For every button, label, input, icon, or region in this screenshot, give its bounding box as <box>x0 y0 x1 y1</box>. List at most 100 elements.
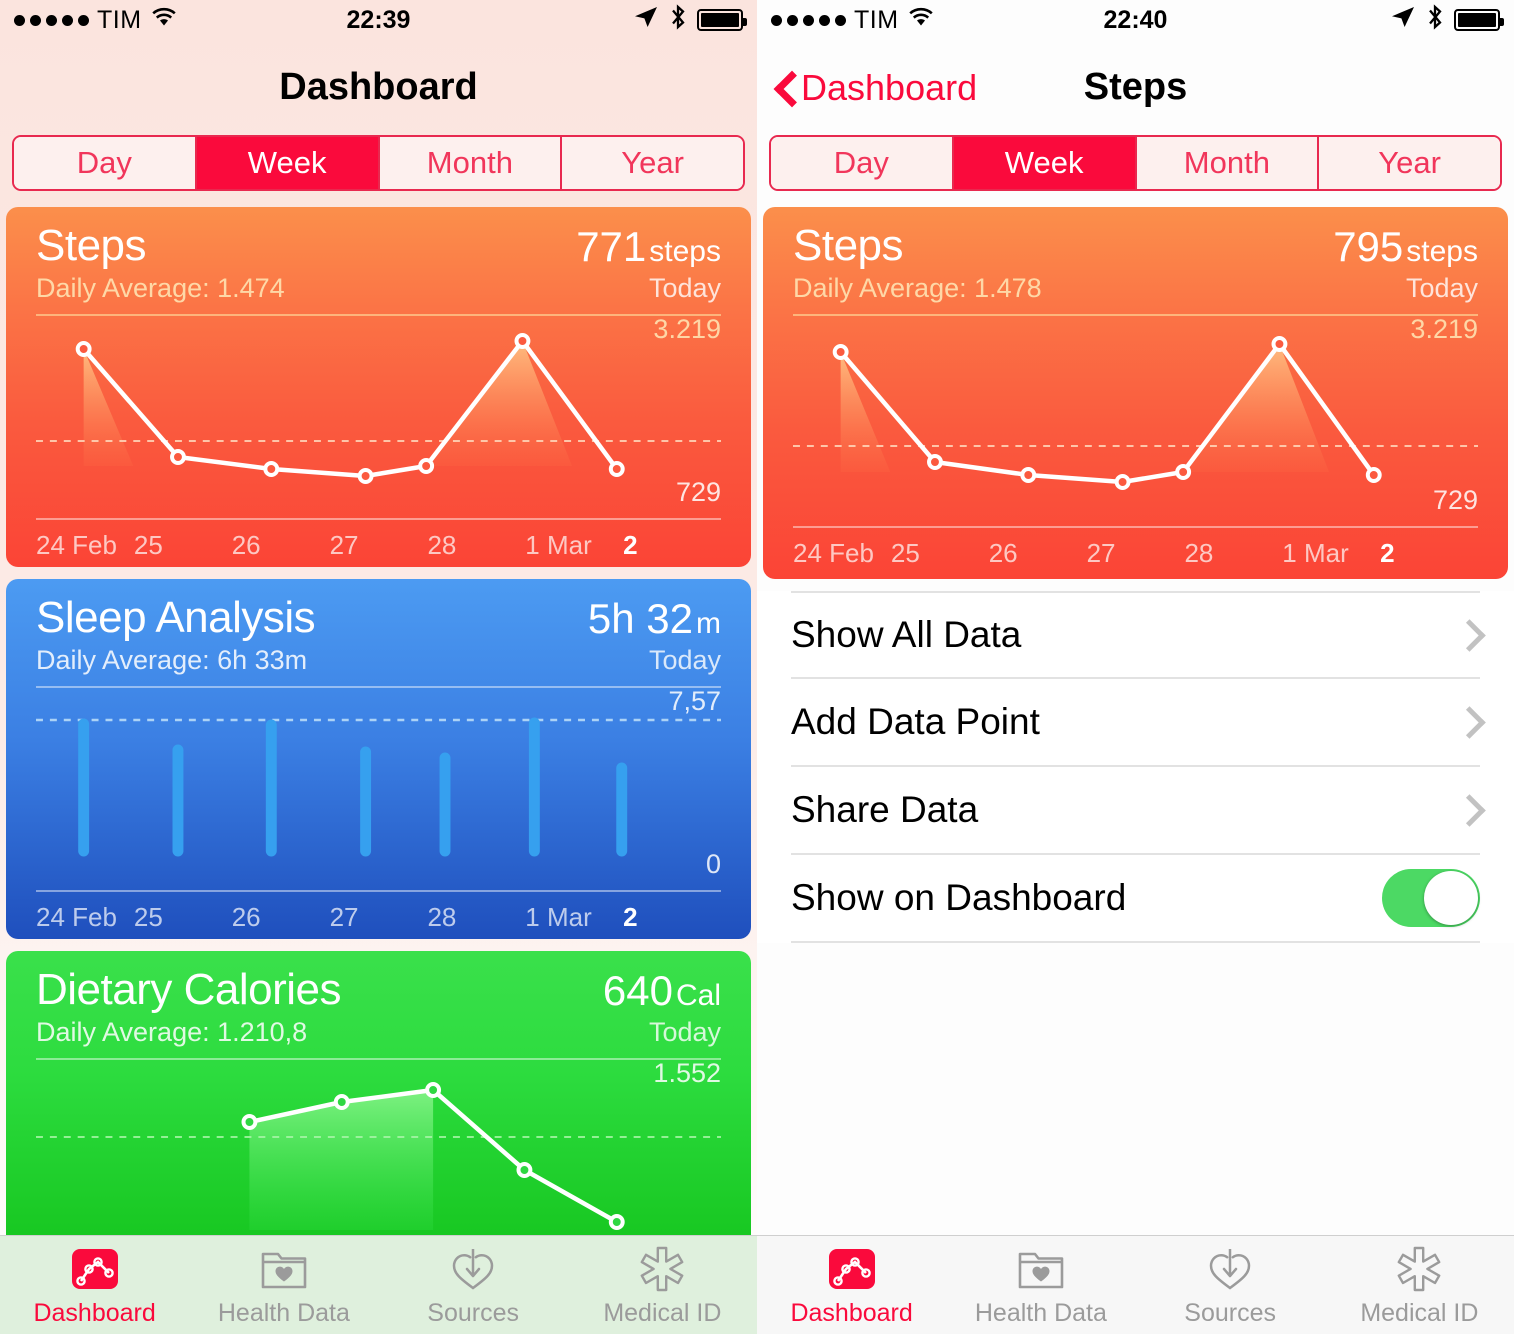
xtick: 24 Feb <box>36 530 117 561</box>
segment-year[interactable]: Year <box>1319 137 1500 189</box>
card-steps[interactable]: Steps Daily Average: 1.474 771 steps Toda… <box>6 207 751 567</box>
card-sleep-value-block: 5h 32 m Today <box>588 595 721 676</box>
tab-health-data[interactable]: Health Data <box>946 1236 1135 1334</box>
row-add-data-point-label: Add Data Point <box>791 701 1040 742</box>
time-range-segmented-control[interactable]: Day Week Month Year <box>769 135 1502 191</box>
card-steps-detail-period: Today <box>1405 273 1478 303</box>
tab-health-data-label: Health Data <box>974 1298 1107 1327</box>
tab-medical-id-label: Medical ID <box>603 1298 722 1327</box>
star-of-life-icon <box>1396 1243 1442 1295</box>
row-show-on-dashboard[interactable]: Show on Dashboard <box>791 855 1480 943</box>
tab-health-data[interactable]: Health Data <box>189 1236 378 1334</box>
chart-steps-left-xaxis: 24 Feb 25 26 27 28 1 Mar 2 <box>36 530 721 561</box>
carrier-label: TIM <box>854 5 899 34</box>
tab-sources[interactable]: Sources <box>379 1236 568 1334</box>
back-button[interactable]: Dashboard <box>775 67 977 109</box>
wifi-icon <box>907 6 935 35</box>
card-diet-period: Today <box>648 1017 721 1047</box>
xtick: 26 <box>231 902 261 933</box>
card-steps-detail: Steps Daily Average: 1.478 795 steps Toda… <box>763 207 1508 579</box>
detail-card-wrap: Steps Daily Average: 1.478 795 steps Toda… <box>757 207 1514 579</box>
carrier-label: TIM <box>97 5 142 34</box>
chart-steps-right-xaxis: 24 Feb 25 26 27 28 1 Mar 2 <box>793 538 1478 569</box>
show-on-dashboard-toggle[interactable] <box>1382 869 1480 927</box>
chart-sleep-xaxis: 24 Feb 25 26 27 28 1 Mar 2 <box>36 902 721 933</box>
time-range-segmented-wrap: Day Week Month Year <box>0 135 757 207</box>
xtick: 1 Mar <box>1282 538 1349 569</box>
chevron-left-icon <box>775 74 791 102</box>
xtick: 27 <box>1086 538 1116 569</box>
tab-sources-label: Sources <box>427 1298 519 1327</box>
folder-heart-icon <box>1017 1243 1065 1295</box>
tab-medical-id[interactable]: Medical ID <box>1325 1236 1514 1334</box>
card-sleep-value: 5h 32 <box>587 595 693 642</box>
tab-sources[interactable]: Sources <box>1136 1236 1325 1334</box>
xtick: 27 <box>329 530 359 561</box>
xtick: 28 <box>427 902 457 933</box>
chart-diet-left: 1.552 <box>36 1058 721 1231</box>
segment-day[interactable]: Day <box>14 137 197 189</box>
card-steps-detail-unit: steps <box>1406 235 1478 268</box>
tab-sources-label: Sources <box>1184 1298 1276 1327</box>
card-steps-unit: steps <box>649 235 721 268</box>
tab-medical-id[interactable]: Medical ID <box>568 1236 757 1334</box>
row-share-data-label: Share Data <box>791 789 979 830</box>
card-steps-value-block: 771 steps Today <box>576 223 721 304</box>
tab-bar: Dashboard Health Data Sources Medical ID <box>757 1235 1514 1334</box>
card-sleep-period: Today <box>648 645 721 675</box>
row-show-on-dashboard-label: Show on Dashboard <box>791 877 1127 918</box>
xtick: 28 <box>1184 538 1214 569</box>
heart-download-icon <box>450 1243 496 1295</box>
card-sleep-analysis[interactable]: Sleep Analysis Daily Average: 6h 33m 5h … <box>6 579 751 939</box>
star-of-life-icon <box>639 1243 685 1295</box>
folder-heart-icon <box>260 1243 308 1295</box>
segment-day[interactable]: Day <box>771 137 954 189</box>
time-range-segmented-control[interactable]: Day Week Month Year <box>12 135 745 191</box>
card-diet-value: 640 <box>602 967 673 1014</box>
card-steps-detail-value: 795 <box>1333 223 1404 270</box>
chevron-right-icon <box>1458 621 1474 649</box>
status-bar-left: TIM <box>771 6 935 35</box>
xtick: 1 Mar <box>525 902 592 933</box>
xtick: 25 <box>133 902 163 933</box>
chart-steps-right: 3.219 729 <box>793 314 1478 529</box>
dual-screenshot: TIM 22:39 Dashboard Day Week Month Year … <box>0 0 1514 1334</box>
segment-week[interactable]: Week <box>196 137 380 189</box>
row-share-data[interactable]: Share Data <box>791 767 1480 855</box>
tab-dashboard[interactable]: Dashboard <box>0 1236 189 1334</box>
xtick: 1 Mar <box>525 530 592 561</box>
time-range-segmented-wrap: Day Week Month Year <box>757 135 1514 207</box>
chevron-right-icon <box>1458 708 1474 736</box>
status-bar-right <box>1390 3 1504 37</box>
dashboard-chart-icon <box>827 1243 877 1295</box>
status-bar: TIM 22:40 <box>757 0 1514 40</box>
card-steps-detail-header: Steps Daily Average: 1.478 795 steps Toda… <box>763 207 1508 304</box>
chevron-right-icon <box>1458 796 1474 824</box>
status-bar-right <box>633 3 747 37</box>
row-show-all-data-label: Show All Data <box>791 614 1022 655</box>
tab-health-data-label: Health Data <box>217 1298 350 1327</box>
chart-sleep-baseline <box>36 890 721 893</box>
location-arrow-icon <box>1390 5 1416 36</box>
row-show-all-data[interactable]: Show All Data <box>791 591 1480 679</box>
card-dietary-calories[interactable]: Dietary Calories Daily Average: 1.210,8 … <box>6 951 751 1251</box>
chart-sleep-svg <box>36 717 721 857</box>
xtick-today: 2 <box>1380 538 1395 569</box>
segment-month[interactable]: Month <box>379 137 563 189</box>
status-bar-left: TIM <box>14 6 178 35</box>
xtick: 26 <box>988 538 1018 569</box>
bluetooth-icon <box>669 3 687 37</box>
card-steps-header: Steps Daily Average: 1.474 771 steps Toda… <box>6 207 751 304</box>
segment-year[interactable]: Year <box>562 137 743 189</box>
xtick: 28 <box>427 530 457 561</box>
chart-steps-left-svg <box>36 333 721 485</box>
xtick: 25 <box>133 530 163 561</box>
wifi-icon <box>150 6 178 35</box>
segment-week[interactable]: Week <box>953 137 1137 189</box>
tab-medical-id-label: Medical ID <box>1360 1298 1479 1327</box>
segment-month[interactable]: Month <box>1136 137 1320 189</box>
tab-dashboard[interactable]: Dashboard <box>757 1236 946 1334</box>
signal-strength-dots-icon <box>14 14 89 26</box>
battery-icon <box>697 9 747 31</box>
row-add-data-point[interactable]: Add Data Point <box>791 679 1480 767</box>
